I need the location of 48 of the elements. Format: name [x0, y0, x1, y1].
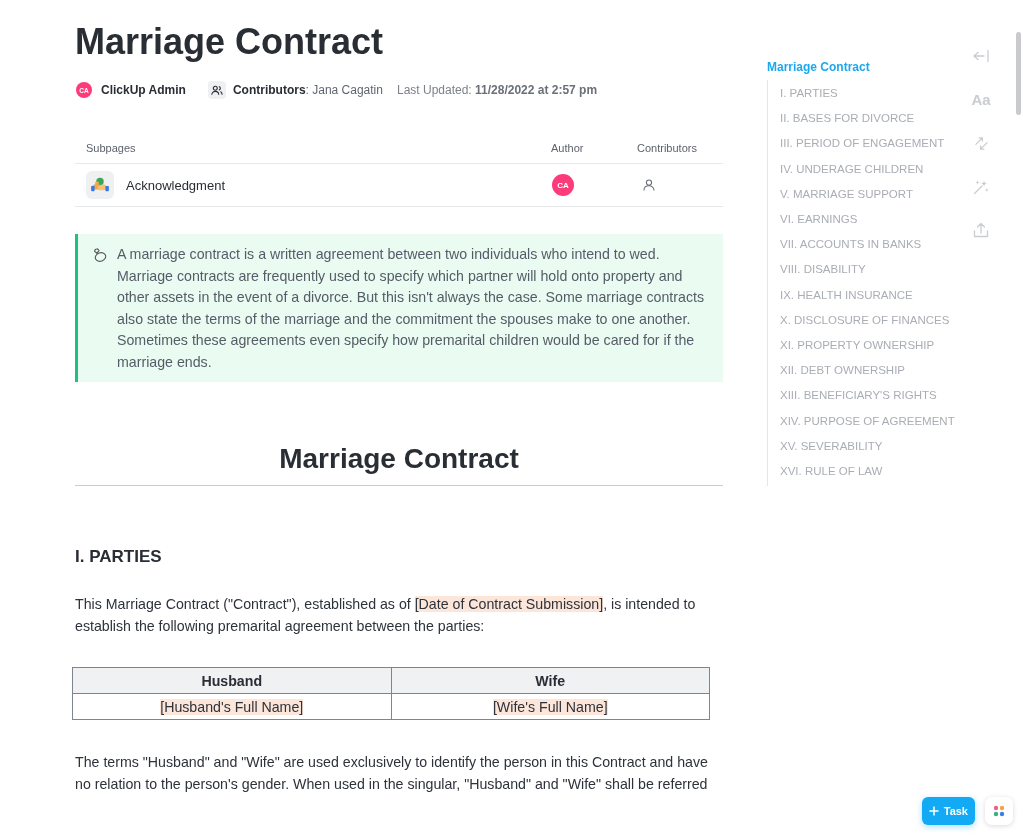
author-name: ClickUp Admin [101, 83, 186, 97]
outline-item[interactable]: VI. EARNINGS [768, 207, 858, 233]
outline-item[interactable]: XVI. RULE OF LAW [768, 459, 883, 485]
table-cell: [Wife's Full Name] [391, 693, 710, 720]
outline-item[interactable]: IV. UNDERAGE CHILDREN [768, 156, 924, 182]
outline-item[interactable]: XIII. BENEFICIARY'S RIGHTS [768, 383, 937, 409]
arrows-icon[interactable] [973, 135, 989, 151]
paragraph: This Marriage Contract ("Contract"), established as of [Date of Contract Submission], is intended to establish the following premarital agreement between the parties: [75, 595, 697, 636]
column-header: Subpages [85, 142, 137, 154]
outline-item[interactable]: XIV. PURPOSE OF AGREEMENT [768, 408, 955, 434]
author-avatar: CA [552, 174, 574, 196]
table-cell: [Husband's Full Name] [72, 693, 391, 720]
apps-button[interactable] [985, 797, 1013, 825]
column-header: Author [551, 142, 585, 154]
person-icon[interactable] [643, 179, 655, 191]
plus-icon [928, 806, 939, 816]
contributors-text: Contributors: Jana Cagatin [232, 83, 383, 97]
page-title: Marriage Contract [75, 20, 385, 64]
outline-item[interactable]: II. BASES FOR DIVORCE [768, 106, 915, 132]
outline-item[interactable]: I. PARTIES [768, 81, 838, 107]
upload-icon[interactable] [973, 222, 989, 238]
task-button[interactable]: Task [921, 797, 975, 825]
ring-icon [93, 248, 107, 262]
scrollbar-thumb[interactable] [1016, 32, 1021, 115]
outline-item[interactable]: IX. HEALTH INSURANCE [768, 282, 913, 308]
outline-item[interactable]: XI. PROPERTY OWNERSHIP [768, 333, 935, 359]
subpage-link[interactable]: Acknowledgment [126, 177, 225, 193]
outline-item[interactable]: XII. DEBT OWNERSHIP [768, 358, 906, 384]
outline-item[interactable]: III. PERIOD OF ENGAGEMENT [768, 131, 945, 157]
outline-item[interactable]: V. MARRIAGE SUPPORT [768, 181, 913, 207]
handshake-icon [86, 171, 114, 199]
document-heading: Marriage Contract [75, 441, 723, 486]
callout-text: A marriage contract is a written agreement between two individuals who intend to wed. Marriage contracts are frequently used to specify which partner will hold onto property and other assets in the event of a divorce. But this isn't always the case. Some marriage contracts also state the terms of the marriage and the commitment the spouses make to one another. Sometimes these agreements even specify how premarital children would be cared for if the marriage ends. [117, 245, 706, 372]
table-header-cell: Husband [72, 667, 391, 694]
outline-item[interactable]: XV. SEVERABILITY [768, 433, 883, 460]
apps-icon [993, 805, 1005, 817]
section-heading: I. PARTIES [75, 546, 163, 568]
outline-item[interactable]: VII. ACCOUNTS IN BANKS [768, 232, 922, 258]
people-icon [207, 81, 226, 99]
column-header: Contributors [637, 142, 698, 154]
collapse-icon[interactable] [973, 50, 989, 62]
magic-wand-icon[interactable] [973, 178, 989, 195]
last-updated-text: Last Updated: 11/28/2022 at 2:57 pm [396, 83, 598, 97]
paragraph: The terms "Husband" and "Wife" are used exclusively to identify the person in this Contract and have no relation to the person's gender. When used in the singular, "Husband" and "Wife" shall be referred [75, 753, 709, 794]
table-header-cell: Wife [391, 667, 710, 694]
outline-item[interactable]: X. DISCLOSURE OF FINANCES [768, 307, 950, 334]
outline-item[interactable]: Marriage Contract [767, 58, 870, 76]
outline-item[interactable]: VIII. DISABILITY [768, 257, 866, 283]
